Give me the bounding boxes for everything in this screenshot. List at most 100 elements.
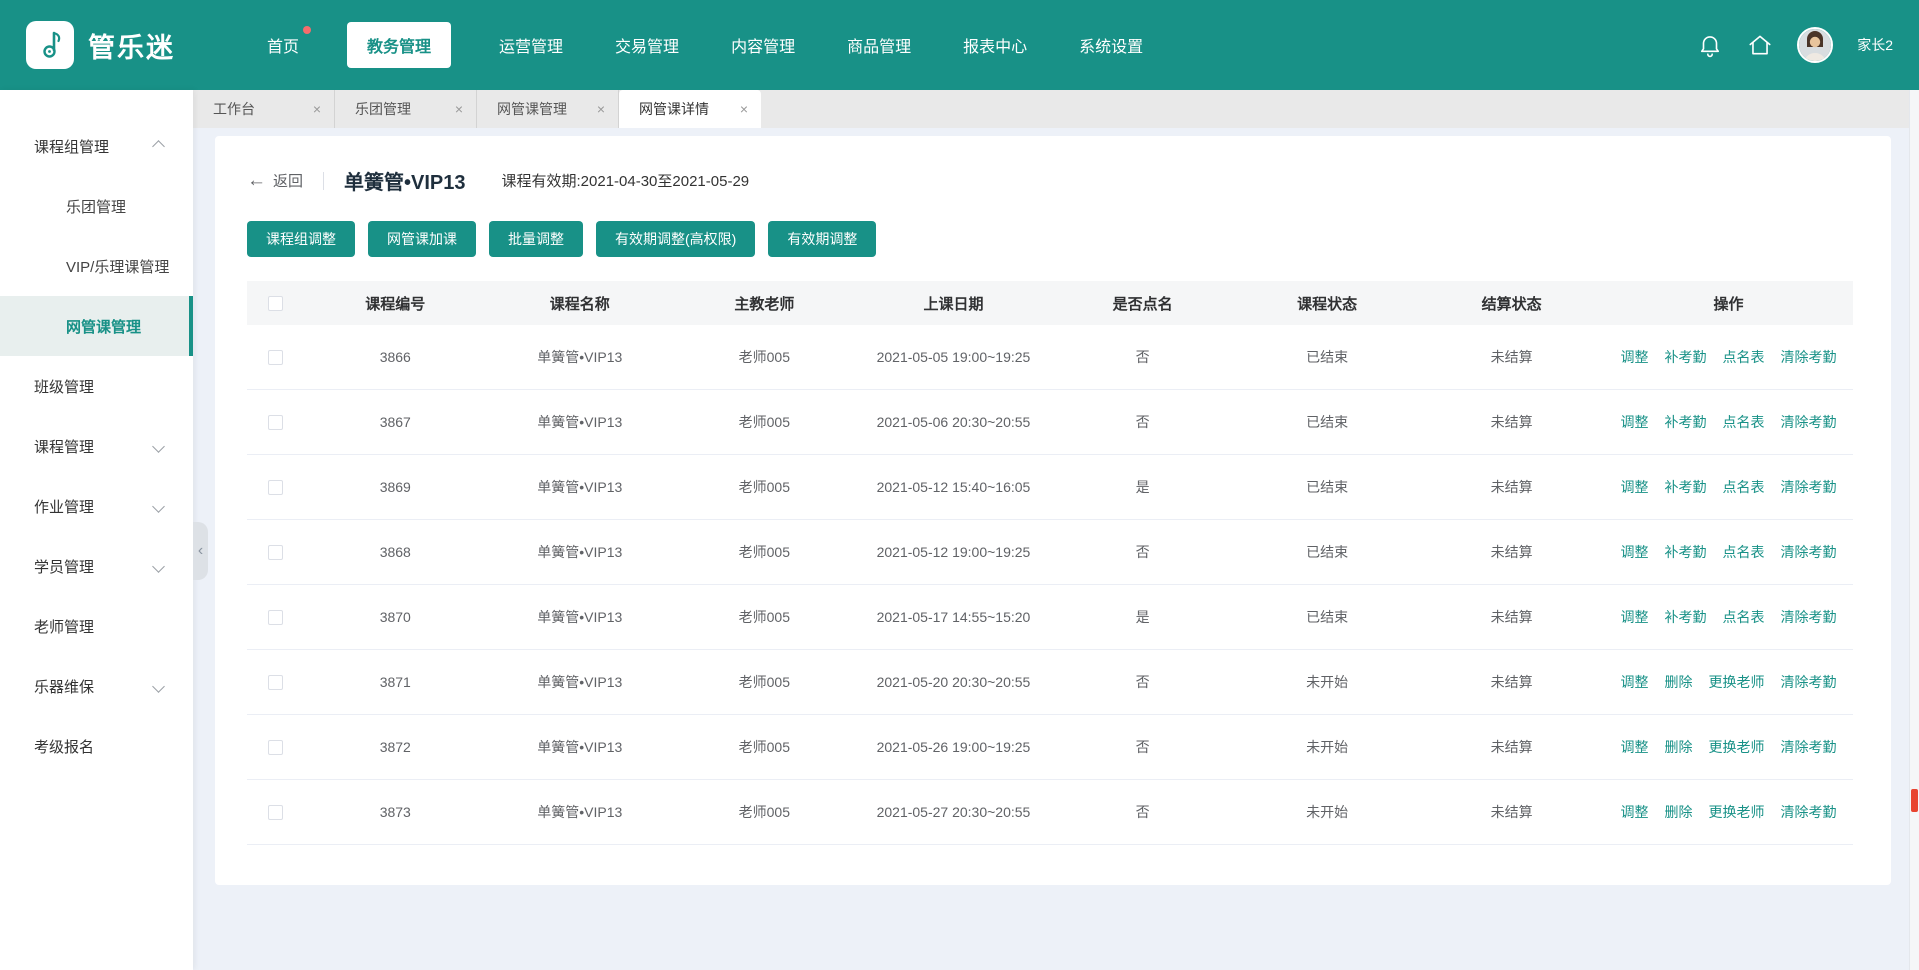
- settlement-status: 未结算: [1419, 477, 1604, 497]
- row-action-link[interactable]: 调整: [1620, 349, 1648, 365]
- class-date: 2021-05-27 20:30~20:55: [857, 804, 1051, 820]
- row-action-link[interactable]: 清除考勤: [1780, 349, 1836, 365]
- select-all-checkbox[interactable]: [268, 296, 283, 311]
- nav-item[interactable]: 报表中心: [959, 22, 1031, 68]
- row-action-link[interactable]: 更换老师: [1708, 804, 1764, 820]
- row-action-link[interactable]: 调整: [1620, 739, 1648, 755]
- row-checkbox[interactable]: [268, 480, 283, 495]
- collapse-icon: ‹: [198, 542, 203, 560]
- row-action-link[interactable]: 补考勤: [1664, 544, 1706, 560]
- user-avatar[interactable]: [1797, 27, 1833, 63]
- rollcall-flag: 否: [1050, 542, 1235, 562]
- vertical-scrollbar[interactable]: [1909, 90, 1919, 970]
- home-icon[interactable]: [1747, 32, 1773, 58]
- row-action-link[interactable]: 点名表: [1722, 349, 1764, 365]
- nav-item[interactable]: 内容管理: [727, 22, 799, 68]
- column-header: 是否点名: [1050, 293, 1235, 314]
- row-action-link[interactable]: 清除考勤: [1780, 414, 1836, 430]
- close-icon[interactable]: ×: [455, 102, 463, 116]
- row-action-link[interactable]: 删除: [1664, 739, 1692, 755]
- sidebar-item-label: 乐器维保: [34, 676, 94, 697]
- rollcall-flag: 否: [1050, 347, 1235, 367]
- action-button[interactable]: 有效期调整(高权限): [596, 221, 755, 257]
- row-checkbox-cell: [247, 415, 303, 430]
- course-id: 3867: [303, 414, 488, 430]
- tab[interactable]: 网管课详情×: [619, 90, 761, 128]
- row-action-link[interactable]: 清除考勤: [1780, 739, 1836, 755]
- row-action-link[interactable]: 调整: [1620, 609, 1648, 625]
- row-action-link[interactable]: 更换老师: [1708, 739, 1764, 755]
- sidebar-item[interactable]: VIP/乐理课管理: [0, 236, 193, 296]
- action-button[interactable]: 网管课加课: [368, 221, 476, 257]
- row-action-link[interactable]: 清除考勤: [1780, 544, 1836, 560]
- row-action-link[interactable]: 调整: [1620, 479, 1648, 495]
- row-checkbox[interactable]: [268, 415, 283, 430]
- row-action-link[interactable]: 清除考勤: [1780, 804, 1836, 820]
- content-area: ← 返回 单簧管•VIP13 课程有效期:2021-04-30至2021-05-…: [193, 128, 1919, 970]
- nav-item[interactable]: 首页: [263, 22, 303, 68]
- chevron-down-icon: [152, 680, 165, 693]
- sidebar-item[interactable]: 学员管理: [0, 536, 193, 596]
- course-name: 单簧管•VIP13: [488, 477, 673, 497]
- row-checkbox[interactable]: [268, 740, 283, 755]
- nav-item-label: 商品管理: [847, 39, 911, 56]
- row-action-link[interactable]: 点名表: [1722, 609, 1764, 625]
- nav-item[interactable]: 商品管理: [843, 22, 915, 68]
- row-action-link[interactable]: 清除考勤: [1780, 609, 1836, 625]
- row-action-link[interactable]: 调整: [1620, 674, 1648, 690]
- row-action-link[interactable]: 清除考勤: [1780, 479, 1836, 495]
- tab[interactable]: 乐团管理×: [335, 90, 477, 128]
- row-action-link[interactable]: 点名表: [1722, 544, 1764, 560]
- settlement-status: 未结算: [1419, 542, 1604, 562]
- row-checkbox[interactable]: [268, 805, 283, 820]
- bell-icon[interactable]: [1697, 32, 1723, 58]
- sidebar-item[interactable]: 考级报名: [0, 716, 193, 776]
- close-icon[interactable]: ×: [597, 102, 605, 116]
- close-icon[interactable]: ×: [740, 102, 748, 116]
- row-checkbox[interactable]: [268, 350, 283, 365]
- row-action-link[interactable]: 调整: [1620, 414, 1648, 430]
- tab[interactable]: 网管课管理×: [477, 90, 619, 128]
- action-button[interactable]: 批量调整: [489, 221, 583, 257]
- row-checkbox-cell: [247, 545, 303, 560]
- row-action-link[interactable]: 清除考勤: [1780, 674, 1836, 690]
- row-checkbox[interactable]: [268, 610, 283, 625]
- row-action-link[interactable]: 更换老师: [1708, 674, 1764, 690]
- row-action-link[interactable]: 补考勤: [1664, 479, 1706, 495]
- nav-item[interactable]: 运营管理: [495, 22, 567, 68]
- row-checkbox[interactable]: [268, 675, 283, 690]
- action-button[interactable]: 课程组调整: [247, 221, 355, 257]
- scrollbar-thumb[interactable]: [1911, 789, 1918, 812]
- sidebar-item[interactable]: 网管课管理: [0, 296, 193, 356]
- close-icon[interactable]: ×: [313, 102, 321, 116]
- sidebar-item[interactable]: 班级管理: [0, 356, 193, 416]
- course-status: 未开始: [1235, 737, 1420, 757]
- row-action-link[interactable]: 删除: [1664, 804, 1692, 820]
- class-date: 2021-05-05 19:00~19:25: [857, 349, 1051, 365]
- row-checkbox[interactable]: [268, 545, 283, 560]
- action-button[interactable]: 有效期调整: [768, 221, 876, 257]
- table-row: 3871单簧管•VIP13老师0052021-05-20 20:30~20:55…: [247, 650, 1853, 715]
- nav-item[interactable]: 教务管理: [347, 22, 451, 68]
- sidebar-item[interactable]: 乐团管理: [0, 176, 193, 236]
- row-action-link[interactable]: 补考勤: [1664, 414, 1706, 430]
- sidebar-item[interactable]: 作业管理: [0, 476, 193, 536]
- row-action-link[interactable]: 补考勤: [1664, 349, 1706, 365]
- tab[interactable]: 工作台×: [193, 90, 335, 128]
- row-action-link[interactable]: 调整: [1620, 544, 1648, 560]
- sidebar-collapse-handle[interactable]: ‹: [193, 522, 208, 580]
- chevron-down-icon: [152, 500, 165, 513]
- sidebar-item[interactable]: 课程管理: [0, 416, 193, 476]
- sidebar-item[interactable]: 老师管理: [0, 596, 193, 656]
- sidebar-item[interactable]: 乐器维保: [0, 656, 193, 716]
- sidebar-item[interactable]: 课程组管理: [0, 116, 193, 176]
- row-action-link[interactable]: 点名表: [1722, 414, 1764, 430]
- row-action-link[interactable]: 调整: [1620, 804, 1648, 820]
- settlement-status: 未结算: [1419, 347, 1604, 367]
- row-action-link[interactable]: 删除: [1664, 674, 1692, 690]
- back-button[interactable]: ← 返回: [247, 170, 303, 191]
- row-action-link[interactable]: 点名表: [1722, 479, 1764, 495]
- nav-item[interactable]: 交易管理: [611, 22, 683, 68]
- nav-item[interactable]: 系统设置: [1075, 22, 1147, 68]
- row-action-link[interactable]: 补考勤: [1664, 609, 1706, 625]
